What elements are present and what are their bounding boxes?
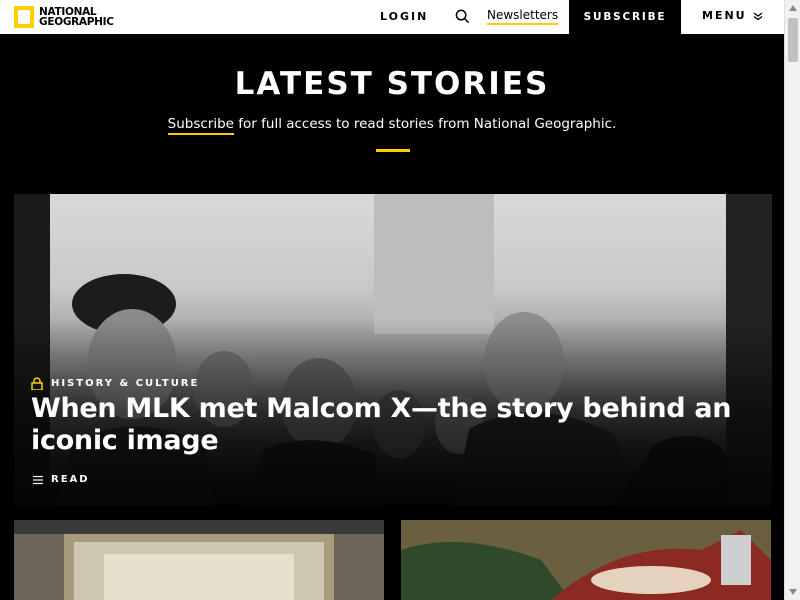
story-card-photo (14, 520, 384, 600)
logo-line2: GEOGRAPHIC (39, 16, 114, 28)
search-icon[interactable] (455, 9, 470, 24)
page-subtitle: Subscribe for full access to read storie… (0, 116, 784, 135)
lock-icon (31, 377, 43, 390)
read-label: READ (51, 474, 90, 485)
read-button[interactable]: READ (33, 474, 90, 485)
story-card[interactable] (401, 520, 771, 600)
feature-story-card[interactable]: HISTORY & CULTURE When MLK met Malcom X—… (14, 194, 772, 506)
logo-text: NATIONAL GEOGRAPHIC (39, 7, 114, 28)
story-card-photo (401, 520, 771, 600)
scroll-down-arrow-icon[interactable] (785, 584, 800, 600)
category-tag[interactable]: HISTORY & CULTURE (31, 377, 199, 390)
natgeo-logo[interactable]: NATIONAL GEOGRAPHIC (14, 6, 114, 28)
feature-gradient-overlay (14, 194, 772, 506)
page-scrollbar[interactable] (784, 0, 800, 600)
scroll-up-arrow-icon[interactable] (785, 0, 800, 16)
story-card[interactable] (14, 520, 384, 600)
site-header: NATIONAL GEOGRAPHIC LOGIN Newsletters SU… (0, 0, 784, 34)
scrollbar-thumb[interactable] (788, 18, 798, 62)
feature-headline[interactable]: When MLK met Malcom X—the story behind a… (31, 393, 751, 457)
login-link[interactable]: LOGIN (380, 10, 428, 23)
logo-yellow-frame-icon (14, 6, 34, 28)
category-label: HISTORY & CULTURE (51, 378, 200, 389)
page-title: LATEST STORIES (234, 66, 550, 102)
subscribe-button[interactable]: SUBSCRIBE (569, 0, 681, 34)
chevron-down-icon (753, 11, 762, 20)
menu-button[interactable]: MENU (702, 9, 763, 22)
subscribe-link[interactable]: Subscribe (167, 116, 234, 135)
newsletters-link[interactable]: Newsletters (487, 8, 559, 25)
menu-lines-icon (33, 475, 43, 484)
subtitle-text: for full access to read stories from Nat… (233, 116, 617, 132)
title-divider (376, 149, 410, 152)
menu-label: MENU (702, 9, 747, 22)
